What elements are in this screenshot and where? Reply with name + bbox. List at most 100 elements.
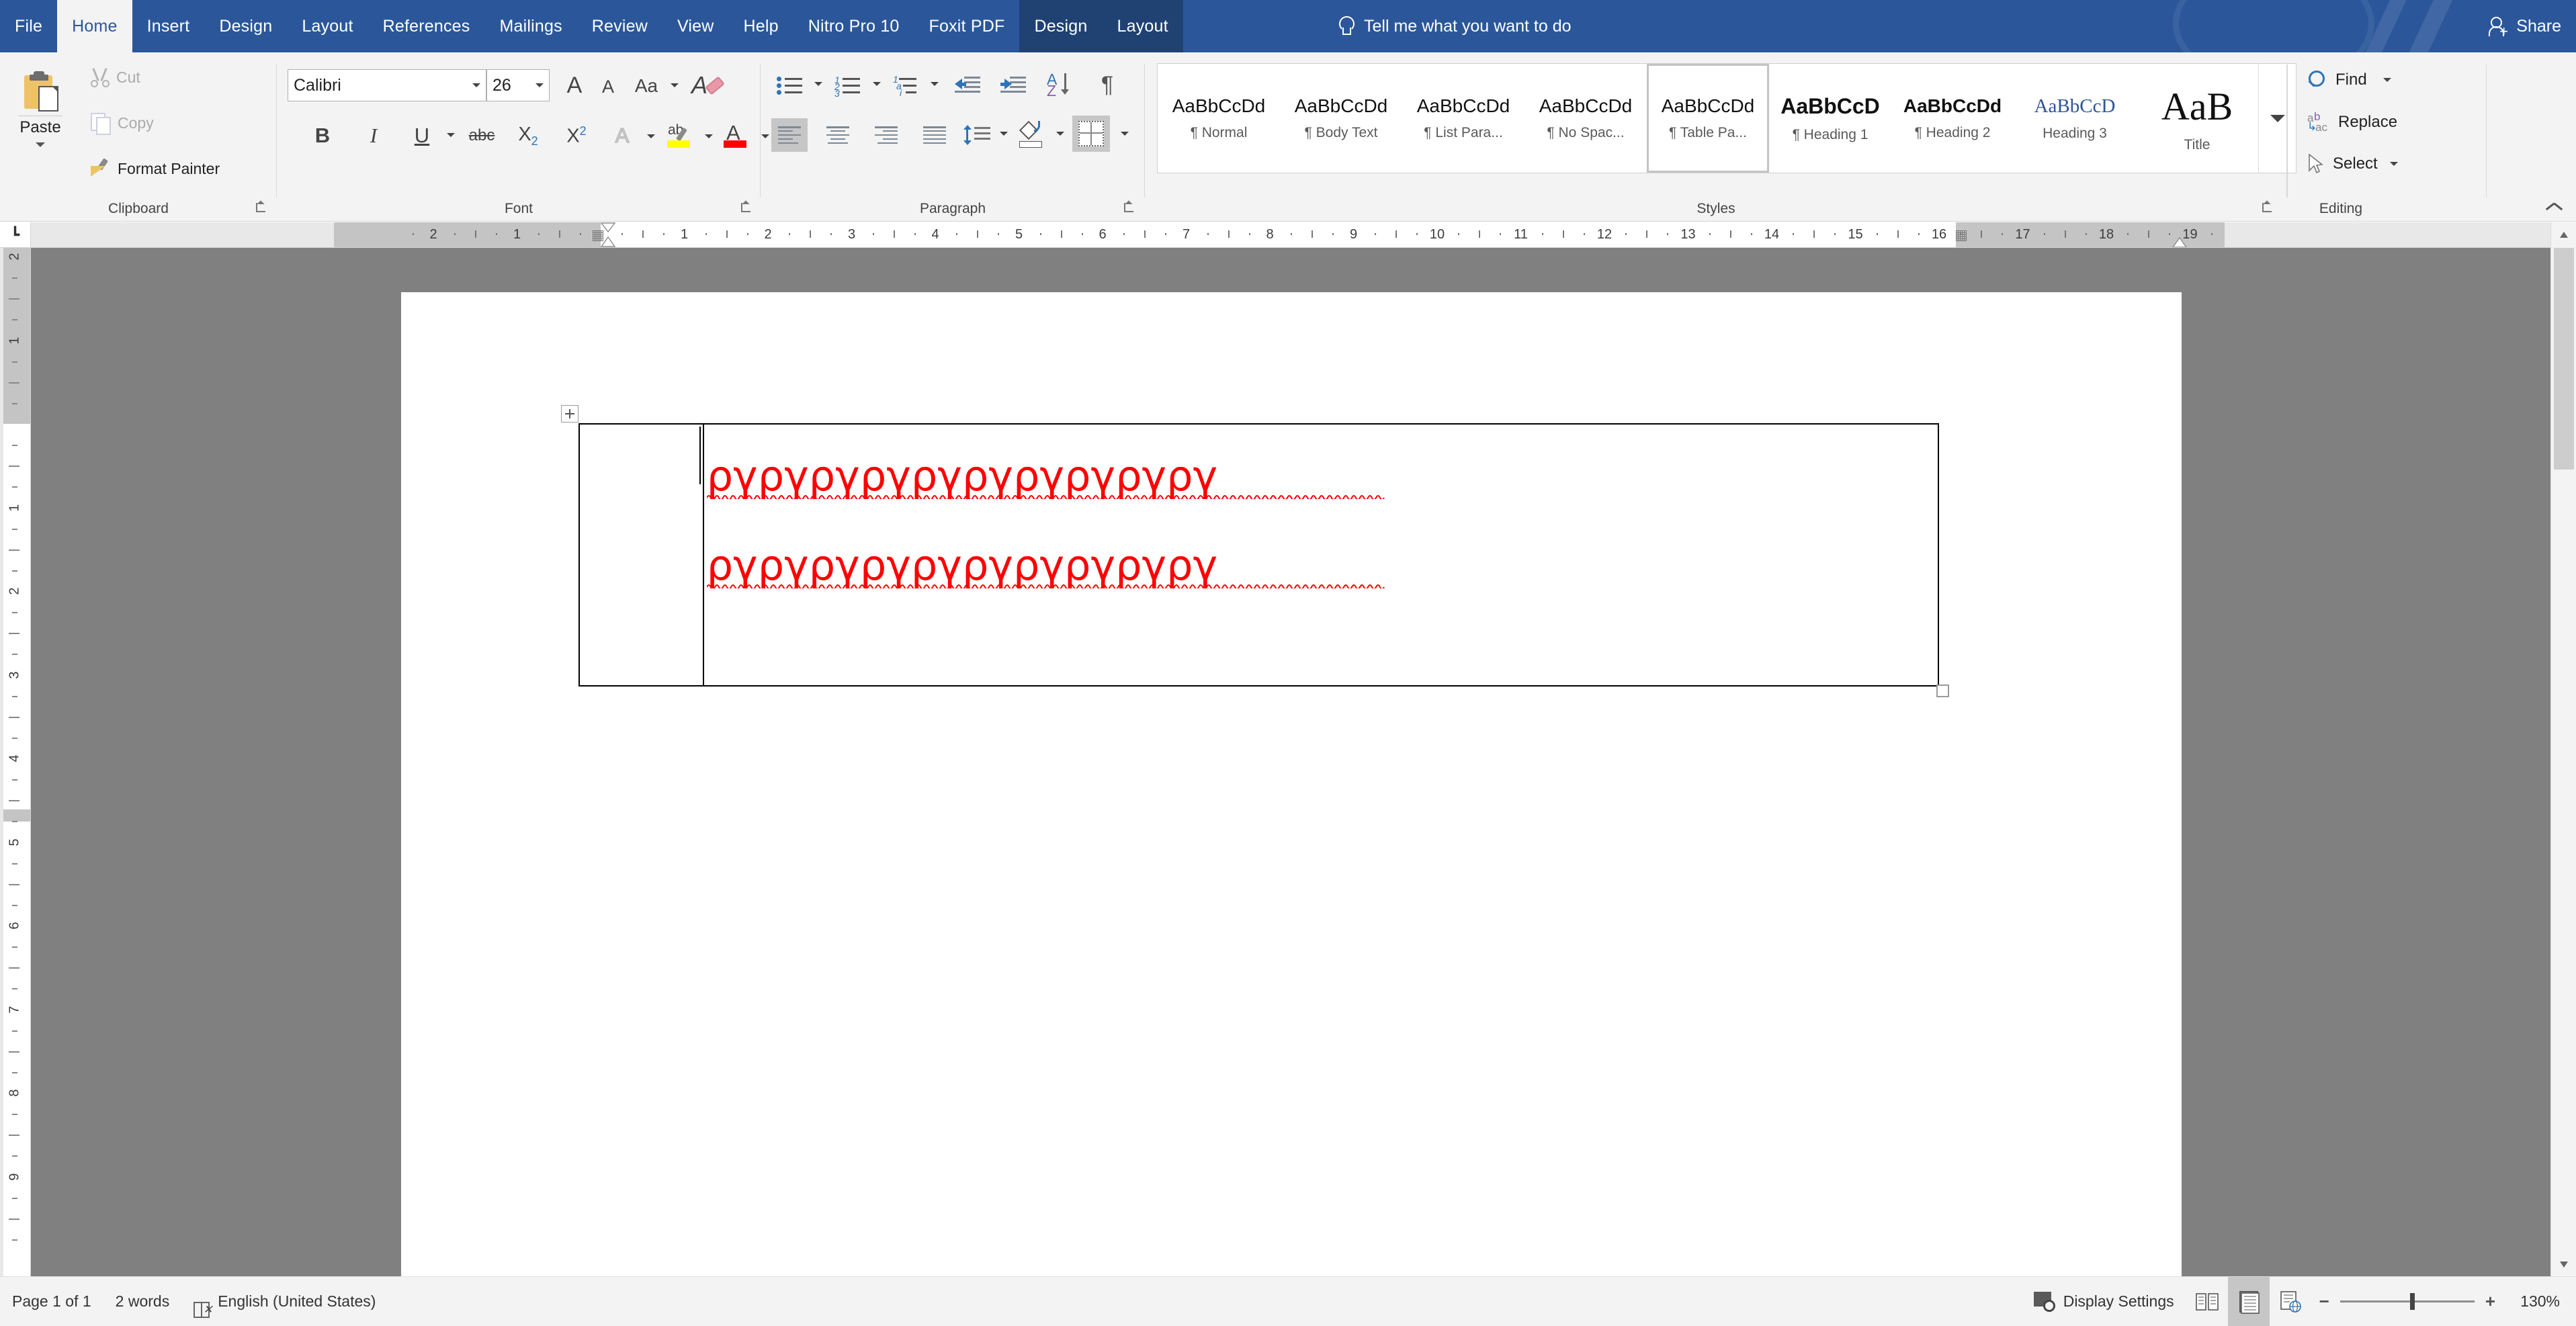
ribbon-tab-nitro-pro-10[interactable]: Nitro Pro 10	[793, 0, 914, 52]
justify-button[interactable]	[916, 118, 953, 152]
scroll-down-button[interactable]	[2551, 1252, 2576, 1276]
ribbon-tab-design[interactable]: Design	[204, 0, 287, 52]
style-item-table-pa[interactable]: AaBbCcDd ¶ Table Pa...	[1647, 64, 1769, 173]
highlight-chevron-down-icon[interactable]	[705, 134, 713, 138]
ruler-left-margin[interactable]	[334, 222, 601, 247]
subscript-button[interactable]: X2	[511, 120, 546, 152]
font-size-combobox[interactable]: 26	[486, 69, 550, 101]
print-layout-button[interactable]	[2227, 1276, 2270, 1326]
multilevel-chevron-down-icon[interactable]	[931, 82, 939, 86]
vertical-scrollbar[interactable]	[2550, 222, 2576, 1276]
ribbon-tab-references[interactable]: References	[368, 0, 485, 52]
table-cell-right[interactable]: ργργργργργργργργργργ ργργργργργργργργργρ…	[699, 423, 1940, 687]
style-item-no-spac[interactable]: AaBbCcDd ¶ No Spac...	[1525, 64, 1647, 173]
ribbon-tab-file[interactable]: File	[0, 0, 57, 52]
share-button[interactable]: + Share	[2488, 0, 2561, 52]
numbering-button[interactable]: 1 2 3	[830, 70, 865, 99]
ribbon-tab-layout-contextual[interactable]: Layout	[1102, 0, 1183, 52]
style-item-normal[interactable]: AaBbCcDd ¶ Normal	[1158, 64, 1280, 173]
font-family-combobox[interactable]: Calibri	[288, 69, 486, 101]
select-chevron-down-icon[interactable]	[2389, 162, 2398, 166]
zoom-out-button[interactable]: −	[2319, 1291, 2329, 1312]
change-case-button[interactable]: Aa	[629, 71, 664, 101]
zoom-control[interactable]: − + 130%	[2311, 1291, 2560, 1312]
line-spacing-chevron-down-icon[interactable]	[1000, 132, 1008, 136]
paragraph-dialog-launcher[interactable]	[1122, 200, 1137, 215]
cut-button[interactable]: Cut	[91, 67, 140, 87]
ribbon-tab-view[interactable]: View	[662, 0, 729, 52]
font-color-button[interactable]: A	[720, 120, 753, 152]
tab-stop-selector[interactable]: ┗	[0, 222, 31, 248]
style-item-heading-3[interactable]: AaBbCcD Heading 3	[2014, 64, 2136, 173]
table-column-marker-left[interactable]	[593, 230, 603, 241]
align-right-button[interactable]	[868, 118, 904, 152]
right-indent-marker[interactable]	[2172, 237, 2187, 248]
shading-chevron-down-icon[interactable]	[1056, 132, 1064, 136]
increase-indent-button[interactable]	[996, 70, 1031, 99]
horizontal-ruler[interactable]: 2 1 1 2 3 4 5 6 7 8 9 10 11 12 13 14 15 16 17 18 19	[31, 222, 2576, 248]
shading-button[interactable]	[1016, 117, 1051, 152]
web-layout-button[interactable]	[2270, 1277, 2311, 1326]
style-item-heading-2[interactable]: AaBbCcDd ¶ Heading 2	[1891, 64, 2014, 173]
font-dialog-launcher[interactable]	[739, 200, 754, 215]
text-effects-button[interactable]: A	[606, 120, 638, 152]
shrink-font-button[interactable]: A	[593, 71, 624, 102]
read-mode-button[interactable]	[2186, 1277, 2228, 1326]
change-case-chevron-down-icon[interactable]	[671, 83, 679, 87]
zoom-level[interactable]: 130%	[2506, 1292, 2560, 1311]
replace-button[interactable]: a b ↳ ac Replace	[2307, 110, 2397, 134]
borders-chevron-down-icon[interactable]	[1121, 132, 1129, 136]
borders-button[interactable]	[1072, 116, 1110, 152]
find-chevron-down-icon[interactable]	[2382, 78, 2391, 82]
chevron-down-icon[interactable]	[535, 83, 544, 87]
document-page[interactable]: ργργργργργργργργργργ ργργργργργργργργργρ…	[401, 292, 2182, 1320]
table-move-handle[interactable]	[561, 405, 578, 423]
zoom-slider[interactable]	[2339, 1293, 2475, 1310]
table-container[interactable]: ργργργργργργργργργργ ργργργργργργργργργρ…	[561, 405, 1949, 697]
style-item-body-text[interactable]: AaBbCcDd ¶ Body Text	[1280, 64, 1402, 173]
select-button[interactable]: Select	[2307, 153, 2398, 175]
style-item-heading-1[interactable]: AaBbCcD ¶ Heading 1	[1769, 64, 1891, 173]
display-settings-button[interactable]: Display Settings	[2022, 1291, 2186, 1312]
ribbon-tab-review[interactable]: Review	[577, 0, 662, 52]
copy-button[interactable]: Copy	[91, 113, 154, 135]
format-painter-button[interactable]: Format Painter	[91, 159, 220, 179]
document-text[interactable]: ργργργργργργργργργργ ργργργργργργργργργρ…	[704, 425, 1938, 598]
word-count[interactable]: 2 words	[103, 1292, 182, 1311]
word-table[interactable]: ργργργργργργργργργργ ργργργργργργργργργρ…	[578, 423, 1940, 687]
bullets-button[interactable]	[773, 70, 808, 99]
style-item-list-para[interactable]: AaBbCcDd ¶ List Para...	[1402, 64, 1525, 173]
align-center-button[interactable]	[820, 118, 856, 152]
table-resize-handle[interactable]	[1936, 684, 1949, 697]
bold-button[interactable]: B	[306, 120, 339, 152]
table-column-marker[interactable]	[1956, 230, 1967, 241]
paste-button[interactable]: Paste	[12, 64, 69, 182]
scrollbar-thumb[interactable]	[2554, 248, 2574, 470]
zoom-in-button[interactable]: +	[2485, 1291, 2495, 1312]
bullets-chevron-down-icon[interactable]	[814, 82, 822, 86]
line-spacing-button[interactable]	[962, 118, 994, 152]
align-left-button[interactable]	[771, 118, 808, 152]
ribbon-tab-foxit-pdf[interactable]: Foxit PDF	[914, 0, 1020, 52]
chevron-down-icon[interactable]	[36, 142, 45, 147]
find-button[interactable]: Find	[2307, 70, 2391, 90]
ribbon-tab-layout[interactable]: Layout	[287, 0, 368, 52]
clear-formatting-button[interactable]: A	[688, 69, 726, 101]
page-indicator[interactable]: Page 1 of 1	[0, 1292, 103, 1311]
language-indicator[interactable]: English (United States)	[206, 1292, 388, 1311]
ribbon-tab-design-contextual[interactable]: Design	[1019, 0, 1103, 52]
underline-chevron-down-icon[interactable]	[447, 133, 455, 137]
chevron-down-icon[interactable]	[472, 83, 480, 87]
superscript-button[interactable]: X2	[559, 120, 594, 152]
clipboard-dialog-launcher[interactable]	[254, 200, 269, 215]
multilevel-list-button[interactable]: 1 a i	[888, 70, 923, 99]
ribbon-tab-home[interactable]: Home	[57, 0, 132, 52]
grow-font-button[interactable]: A	[559, 70, 590, 101]
collapse-ribbon-button[interactable]	[2545, 200, 2564, 214]
show-formatting-marks-button[interactable]: ¶	[1091, 69, 1123, 101]
ribbon-tab-mailings[interactable]: Mailings	[484, 0, 576, 52]
table-cell-left[interactable]	[578, 423, 704, 687]
text-effects-chevron-down-icon[interactable]	[647, 134, 655, 138]
numbering-chevron-down-icon[interactable]	[873, 82, 881, 86]
vertical-ruler[interactable]: 2 1 1 2 3 4 5 6 7 8 9	[0, 248, 31, 1276]
